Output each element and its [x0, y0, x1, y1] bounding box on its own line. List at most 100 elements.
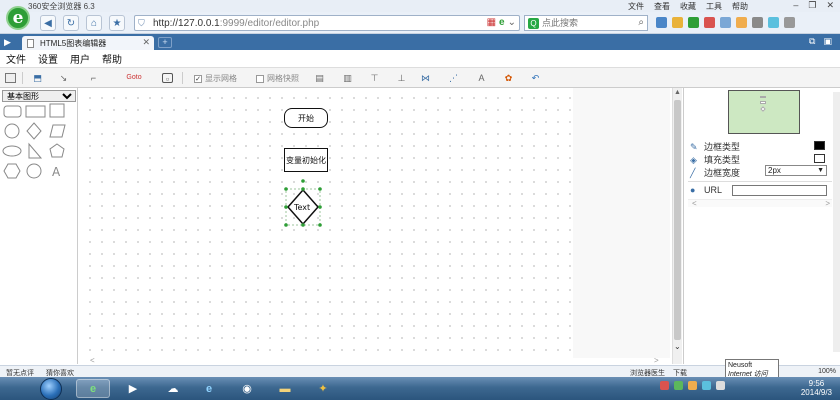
- bring-front-icon[interactable]: ▤: [314, 73, 325, 83]
- rounded-rect-shape[interactable]: [3, 105, 22, 118]
- color-palette-icon[interactable]: ✿: [503, 73, 514, 83]
- tray-app-icon[interactable]: [688, 381, 697, 390]
- pentagon-shape[interactable]: [49, 143, 65, 158]
- resize-handle-se[interactable]: [318, 223, 322, 227]
- border-width-select[interactable]: 2px ▼: [765, 165, 827, 176]
- resize-handle-n[interactable]: [301, 187, 305, 191]
- security-guard-icon[interactable]: [688, 17, 699, 28]
- browser-menu-tools[interactable]: 工具: [706, 1, 722, 12]
- taskbar-360-browser[interactable]: e: [76, 379, 110, 398]
- app-menu-user[interactable]: 用户: [70, 51, 90, 66]
- canvas-vertical-scrollbar[interactable]: ▲ ⌄: [672, 88, 682, 364]
- resize-handle-nw[interactable]: [284, 187, 288, 191]
- show-grid-toggle[interactable]: ✓ 显示网格: [194, 73, 237, 84]
- menu-icon[interactable]: [784, 17, 795, 28]
- tab-html5-editor[interactable]: HTML5图表编辑器 ✕: [22, 36, 154, 50]
- app-menu-file[interactable]: 文件: [6, 51, 26, 66]
- rotate-handle[interactable]: [301, 179, 305, 183]
- tab-close-icon[interactable]: ✕: [142, 37, 150, 48]
- panel-horizontal-scrollbar[interactable]: < >: [688, 199, 832, 208]
- scroll-right-icon[interactable]: >: [825, 199, 830, 208]
- qr-code-icon[interactable]: ▦: [487, 17, 496, 28]
- save-icon[interactable]: [5, 73, 16, 83]
- favorite-star-icon[interactable]: ★: [109, 15, 125, 31]
- resize-handle-w[interactable]: [284, 205, 288, 209]
- home-icon[interactable]: ⌂: [86, 15, 102, 31]
- flowchart-node-start[interactable]: 开始: [284, 108, 328, 128]
- import-icon[interactable]: ⬒: [32, 73, 43, 83]
- address-url[interactable]: http://127.0.0.1:9999/editor/editor.php: [153, 18, 319, 29]
- taskbar-ie[interactable]: e: [192, 379, 226, 398]
- diamond-shape[interactable]: [26, 122, 42, 140]
- browser-menu-favorites[interactable]: 收藏: [680, 1, 696, 12]
- app-menu-settings[interactable]: 设置: [38, 51, 58, 66]
- tray-security-icon[interactable]: [660, 381, 669, 390]
- screenshot-icon[interactable]: [720, 17, 731, 28]
- back-icon[interactable]: ◀: [40, 15, 56, 31]
- shape-category-select[interactable]: 基本图形: [2, 90, 76, 102]
- text-shape[interactable]: A: [52, 165, 61, 179]
- resize-handle-sw[interactable]: [284, 223, 288, 227]
- tray-volume-icon[interactable]: [716, 381, 725, 390]
- zoom-level[interactable]: 100%: [818, 368, 836, 375]
- flowchart-node-decision[interactable]: Text: [284, 179, 322, 228]
- round-shape[interactable]: [26, 163, 42, 179]
- border-color-swatch[interactable]: [814, 141, 825, 150]
- polyline-connector-icon[interactable]: ⌐: [88, 73, 99, 83]
- browser-menu-help[interactable]: 帮助: [732, 1, 748, 12]
- undo-icon[interactable]: ↶: [530, 73, 541, 83]
- scroll-down-icon[interactable]: ⌄: [674, 342, 681, 351]
- hexagon-shape[interactable]: [3, 163, 21, 179]
- tab-list-icon[interactable]: ⧉: [809, 36, 815, 47]
- border-type-row[interactable]: ✎ 边框类型: [690, 140, 740, 153]
- show-grid-checkbox[interactable]: ✓: [194, 74, 202, 83]
- diagram-canvas[interactable]: [80, 88, 573, 358]
- restore-icon[interactable]: ❐: [808, 0, 816, 11]
- canvas-horizontal-scrollbar[interactable]: < >: [80, 356, 670, 365]
- tab-menu-icon[interactable]: ▣: [823, 36, 832, 47]
- new-tab-button[interactable]: +: [158, 37, 172, 48]
- tray-network-icon[interactable]: [702, 381, 711, 390]
- flowchart-node-init[interactable]: 变量初始化: [284, 148, 328, 172]
- scroll-up-icon[interactable]: ▲: [674, 89, 681, 96]
- system-clock[interactable]: 9:56 2014/9/3: [801, 379, 832, 397]
- resize-handle-ne[interactable]: [318, 187, 322, 191]
- scroll-left-icon[interactable]: <: [692, 199, 697, 208]
- taskbar-game[interactable]: ✦: [306, 379, 340, 398]
- square-shape[interactable]: [49, 103, 65, 118]
- search-icon[interactable]: ⌕: [638, 17, 644, 28]
- search-engine-icon[interactable]: Q: [528, 18, 539, 29]
- taskbar-cloud-app[interactable]: ☁: [156, 379, 190, 398]
- border-width-row[interactable]: ╱ 边框宽度: [690, 166, 740, 179]
- minimize-icon[interactable]: –: [793, 0, 798, 11]
- taskbar-media-player[interactable]: ◉: [230, 379, 264, 398]
- fill-color-swatch[interactable]: [814, 154, 825, 163]
- address-bar[interactable]: ⛉ http://127.0.0.1:9999/editor/editor.ph…: [134, 15, 520, 31]
- url-field[interactable]: [732, 185, 827, 196]
- taskbar-explorer[interactable]: ▬: [268, 379, 302, 398]
- resize-handle-s[interactable]: [301, 223, 305, 227]
- tab-sidebar-toggle-icon[interactable]: ▶: [4, 37, 11, 48]
- group-icon[interactable]: ▫: [162, 73, 173, 84]
- share-icon[interactable]: ⋰: [448, 73, 459, 83]
- goto-connector-icon[interactable]: Goto: [124, 73, 144, 83]
- browser-mode-icon[interactable]: e: [499, 17, 505, 28]
- close-icon[interactable]: ✕: [826, 0, 834, 11]
- distribute-icon[interactable]: ⋈: [420, 73, 431, 83]
- circle-shape[interactable]: [4, 123, 20, 139]
- chevron-down-icon[interactable]: ⌄: [508, 17, 516, 28]
- app-grid-icon[interactable]: [656, 17, 667, 28]
- grid-snap-toggle[interactable]: 网格快照: [256, 73, 299, 84]
- browser-menu-file[interactable]: 文件: [628, 1, 644, 12]
- browser-menu-view[interactable]: 查看: [654, 1, 670, 12]
- app-menu-help[interactable]: 帮助: [102, 51, 122, 66]
- straight-connector-icon[interactable]: ↘: [58, 73, 69, 83]
- align-top-icon[interactable]: ⊤: [369, 73, 380, 83]
- ellipse-shape[interactable]: [2, 145, 22, 157]
- fill-type-row[interactable]: ◈ 填充类型: [690, 153, 740, 166]
- scrollbar-thumb[interactable]: [674, 100, 681, 340]
- translate-icon[interactable]: [768, 17, 779, 28]
- scroll-right-icon[interactable]: >: [654, 356, 659, 365]
- scroll-left-icon[interactable]: <: [90, 356, 95, 365]
- pdf-icon[interactable]: [704, 17, 715, 28]
